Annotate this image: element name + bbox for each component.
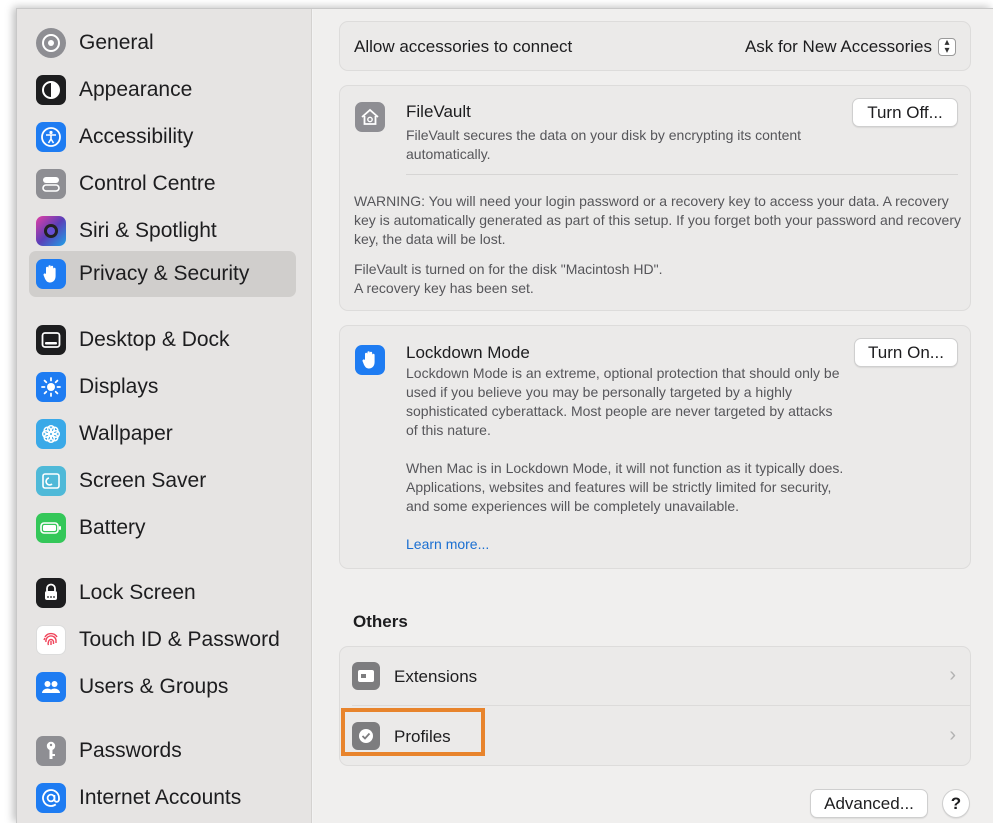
sidebar-item-label: Battery xyxy=(79,516,146,539)
sidebar-item-battery[interactable]: Battery xyxy=(29,506,296,550)
sidebar-item-wallpaper[interactable]: Wallpaper xyxy=(29,412,296,456)
sidebar-item-passwords[interactable]: Passwords xyxy=(29,729,296,773)
sidebar-item-control-centre[interactable]: Control Centre xyxy=(29,162,296,206)
privacy-security-pane: Allow accessories to connect Ask for New… xyxy=(313,9,993,823)
gear-icon xyxy=(36,28,66,58)
sidebar-item-label: Accessibility xyxy=(79,125,194,148)
chevron-right-icon: › xyxy=(949,664,956,686)
sidebar-item-label: Desktop & Dock xyxy=(79,328,230,351)
advanced-button[interactable]: Advanced... xyxy=(810,789,928,818)
appearance-icon xyxy=(36,75,66,105)
sidebar-item-touch-id[interactable]: Touch ID & Password xyxy=(29,618,296,662)
sidebar-item-label: Appearance xyxy=(79,78,193,101)
lockdown-description-2: When Mac is in Lockdown Mode, it will no… xyxy=(406,460,844,514)
sidebar-item-label: Passwords xyxy=(79,739,182,762)
extensions-label: Extensions xyxy=(394,667,478,686)
lockdown-hand-icon xyxy=(355,345,385,375)
lockdown-description: Lockdown Mode is an extreme, optional pr… xyxy=(406,365,840,438)
learn-more-link[interactable]: Learn more... xyxy=(406,536,489,552)
sidebar-item-label: General xyxy=(79,31,154,54)
sidebar-item-label: Touch ID & Password xyxy=(79,628,280,651)
filevault-card: FileVault FileVault secures the data on … xyxy=(339,85,971,311)
sidebar-item-label: Displays xyxy=(79,375,159,398)
sidebar-item-privacy-security[interactable]: Privacy & Security xyxy=(29,251,296,297)
sidebar-item-label: Users & Groups xyxy=(79,675,229,698)
sidebar-item-label: Screen Saver xyxy=(79,469,207,492)
screen-saver-icon xyxy=(36,466,66,496)
filevault-title: FileVault xyxy=(406,102,471,121)
popup-stepper-icon[interactable]: ▴ ▾ xyxy=(938,38,956,56)
lockdown-turn-on-button[interactable]: Turn On... xyxy=(854,338,958,367)
siri-icon xyxy=(36,216,66,246)
lockdown-card: Lockdown Mode Lockdown Mode is an extrem… xyxy=(339,325,971,569)
sidebar-item-general[interactable]: General xyxy=(29,21,296,65)
sidebar-item-displays[interactable]: Displays xyxy=(29,365,296,409)
accessories-popup[interactable]: Ask for New Accessories xyxy=(745,37,932,57)
filevault-status-line1: FileVault is turned on for the disk "Mac… xyxy=(354,261,663,277)
filevault-description: FileVault secures the data on your disk … xyxy=(406,127,802,162)
sidebar: General Appearance Accessibility Control… xyxy=(17,9,312,823)
sidebar-item-screen-saver[interactable]: Screen Saver xyxy=(29,459,296,503)
list-item-extensions[interactable]: Extensions › xyxy=(340,647,970,705)
sidebar-item-label: Privacy & Security xyxy=(79,262,250,285)
control-centre-icon xyxy=(36,169,66,199)
filevault-turn-off-button[interactable]: Turn Off... xyxy=(852,98,958,127)
settings-window: General Appearance Accessibility Control… xyxy=(16,8,993,823)
at-icon xyxy=(36,783,66,813)
lock-icon xyxy=(36,578,66,608)
filevault-house-icon xyxy=(355,102,385,132)
filevault-warning: WARNING: You will need your login passwo… xyxy=(354,193,961,247)
battery-icon xyxy=(36,513,66,543)
lockdown-title: Lockdown Mode xyxy=(406,343,530,362)
users-icon xyxy=(36,672,66,702)
sidebar-item-accessibility[interactable]: Accessibility xyxy=(29,115,296,159)
sidebar-item-label: Wallpaper xyxy=(79,422,173,445)
key-icon xyxy=(36,736,66,766)
sidebar-item-desktop-dock[interactable]: Desktop & Dock xyxy=(29,318,296,362)
filevault-status-line2: A recovery key has been set. xyxy=(354,280,534,296)
extensions-icon xyxy=(352,662,380,690)
sidebar-item-appearance[interactable]: Appearance xyxy=(29,68,296,112)
help-button[interactable]: ? xyxy=(942,789,970,818)
sun-icon xyxy=(36,372,66,402)
divider xyxy=(406,174,958,175)
fingerprint-icon xyxy=(36,625,66,655)
others-heading: Others xyxy=(353,612,408,631)
dock-icon xyxy=(36,325,66,355)
chevron-right-icon: › xyxy=(949,724,956,746)
sidebar-item-label: Siri & Spotlight xyxy=(79,219,217,242)
sidebar-item-label: Lock Screen xyxy=(79,581,196,604)
profiles-highlight-box xyxy=(341,708,485,756)
sidebar-item-users-groups[interactable]: Users & Groups xyxy=(29,665,296,709)
sidebar-item-internet-accounts[interactable]: Internet Accounts xyxy=(29,776,296,820)
accessibility-icon xyxy=(36,122,66,152)
sidebar-item-lock-screen[interactable]: Lock Screen xyxy=(29,571,296,615)
accessories-row: Allow accessories to connect Ask for New… xyxy=(339,21,971,71)
accessories-label: Allow accessories to connect xyxy=(354,37,573,56)
sidebar-item-label: Control Centre xyxy=(79,172,216,195)
flower-icon xyxy=(36,419,66,449)
hand-icon xyxy=(36,259,66,289)
sidebar-item-siri[interactable]: Siri & Spotlight xyxy=(29,209,296,253)
sidebar-item-label: Internet Accounts xyxy=(79,786,242,809)
